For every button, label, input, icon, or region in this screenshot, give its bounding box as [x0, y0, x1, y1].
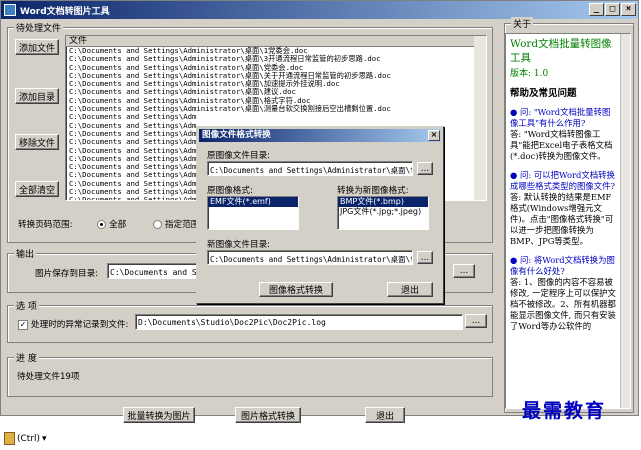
- faq-question: ● 问: 将Word文档转换为图像有什么好处?: [510, 255, 615, 276]
- target-dir-label: 新图像文件目录:: [207, 240, 271, 250]
- target-dir-browse-button[interactable]: ...: [417, 251, 433, 264]
- radio-range-label: 指定范围: [165, 220, 200, 230]
- dialog-title-bar[interactable]: 图像文件格式转换 ×: [199, 129, 441, 142]
- help-heading: 帮助及常见问题: [510, 88, 577, 99]
- window-title: Word文档转图片工具: [20, 7, 110, 17]
- faq-answer: 答: 1、图像的内容不容易被修改, 一定程序上可以保护文档不被修改。2、所有机器…: [510, 277, 616, 331]
- dialog-close-button[interactable]: ×: [428, 130, 440, 141]
- minimize-button[interactable]: _: [589, 3, 604, 16]
- add-file-button[interactable]: 添加文件: [15, 39, 59, 55]
- exit-button[interactable]: 退出: [365, 407, 405, 423]
- batch-convert-button[interactable]: 批量转换为图片: [123, 407, 195, 423]
- faq-question: ● 问: "Word文档批量转图像工具"有什么作用?: [510, 107, 611, 128]
- dialog-convert-button[interactable]: 图像格式转换: [259, 282, 333, 297]
- dialog-title: 图像文件格式转换: [202, 130, 271, 140]
- radio-range[interactable]: 指定范围: [153, 218, 199, 230]
- options-label: 选 项: [14, 299, 39, 312]
- pending-files-label: 待处理文件: [14, 21, 64, 34]
- radio-all-indicator[interactable]: [97, 220, 106, 229]
- page-range-label: 转换页码范围:: [18, 220, 73, 230]
- progress-label: 进 度: [14, 351, 39, 364]
- target-format-label: 转换为新图像格式:: [337, 186, 409, 196]
- output-label: 输出: [14, 247, 37, 260]
- log-path-input[interactable]: D:\Documents\Studio\Doc2Pic\Doc2Pic.log: [135, 314, 463, 330]
- source-dir-browse-button[interactable]: ...: [417, 162, 433, 175]
- source-dir-label: 原图像文件目录:: [207, 151, 271, 161]
- add-directory-button[interactable]: 添加目录: [15, 88, 59, 104]
- radio-range-indicator[interactable]: [153, 220, 162, 229]
- save-dir-input[interactable]: C:\Documents and Settings\Administrator\…: [107, 263, 199, 279]
- about-panel[interactable]: Word文档批量转图像工具 版本: 1.0 帮助及常见问题 ● 问: "Word…: [505, 33, 631, 409]
- log-checkbox[interactable]: ✓: [18, 319, 28, 330]
- log-path-browse-button[interactable]: ...: [465, 314, 487, 328]
- faq-answer: 答: "Word文档转图像工具"能把Excel电子表格文档(*.doc)转换为图…: [510, 129, 613, 161]
- faq-answer: 答: 默认转换的结果是EMF格式(Windows增强元文件)。点击"图像格式转换…: [510, 192, 614, 246]
- paste-options[interactable]: (Ctrl) ▾: [4, 432, 47, 445]
- title-bar[interactable]: Word文档转图片工具 _ □ ×: [1, 1, 638, 19]
- radio-all[interactable]: 全部: [97, 218, 126, 230]
- format-convert-button[interactable]: 图片格式转换: [235, 407, 301, 423]
- format-option[interactable]: BMP文件(*.bmp): [338, 197, 428, 207]
- clipboard-icon: [4, 432, 15, 445]
- save-dir-browse-button[interactable]: ...: [453, 264, 475, 278]
- target-format-list[interactable]: BMP文件(*.bmp) JPG文件(*.jpg;*.jpeg): [337, 196, 429, 230]
- paste-options-label: (Ctrl): [17, 433, 41, 444]
- about-scrollbar[interactable]: [620, 34, 630, 408]
- format-option[interactable]: EMF文件(*.emf): [208, 197, 298, 207]
- about-label: 关于: [511, 17, 534, 30]
- faq-question: ● 问: 可以把Word文档转换成哪些格式类型的图像文件?: [510, 170, 615, 191]
- chevron-down-icon: ▾: [42, 433, 47, 444]
- file-list-scrollbar[interactable]: [474, 36, 486, 200]
- format-option[interactable]: JPG文件(*.jpg;*.jpeg): [338, 207, 428, 217]
- radio-all-label: 全部: [109, 220, 127, 230]
- log-option-label: 处理时的异常记录到文件:: [31, 320, 129, 330]
- clear-all-button[interactable]: 全部清空: [15, 181, 59, 197]
- format-convert-dialog: 图像文件格式转换 × 原图像文件目录: C:\Documents and Set…: [196, 126, 444, 304]
- source-dir-input[interactable]: C:\Documents and Settings\Administrator\…: [207, 161, 413, 176]
- watermark: 最需教育: [522, 400, 607, 422]
- close-button[interactable]: ×: [621, 3, 636, 16]
- about-title: Word文档批量转图像工具: [510, 38, 612, 64]
- about-version: 版本: 1.0: [510, 69, 549, 79]
- maximize-button[interactable]: □: [605, 3, 620, 16]
- source-format-label: 原图像格式:: [207, 186, 253, 196]
- target-dir-input[interactable]: C:\Documents and Settings\Administrator\…: [207, 250, 413, 265]
- app-icon: [4, 4, 16, 16]
- progress-status: 待处理文件19项: [17, 372, 80, 382]
- log-option[interactable]: ✓ 处理时的异常记录到文件:: [18, 318, 128, 330]
- remove-file-button[interactable]: 移除文件: [15, 134, 59, 150]
- save-dir-label: 图片保存到目录:: [35, 269, 99, 279]
- dialog-exit-button[interactable]: 退出: [387, 282, 433, 297]
- source-format-list[interactable]: EMF文件(*.emf): [207, 196, 299, 230]
